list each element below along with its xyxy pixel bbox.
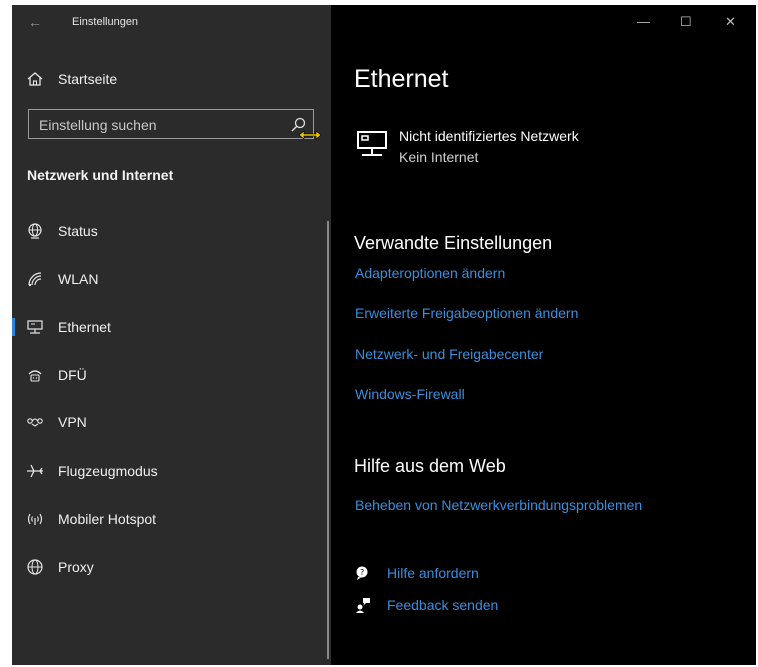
dialup-icon (28, 370, 42, 382)
globe-icon (27, 559, 43, 575)
home-icon (27, 72, 43, 86)
related-settings-heading: Verwandte Einstellungen (354, 233, 553, 253)
settings-window: ← Einstellungen Startseite Einstellung s… (12, 5, 756, 665)
send-feedback-link[interactable]: Feedback senden (387, 597, 498, 613)
svg-text:?: ? (360, 568, 364, 577)
firewall-link[interactable]: Windows-Firewall (355, 386, 465, 402)
ethernet-icon (27, 320, 43, 334)
content-pane: — ☐ ✕ Ethernet Nicht identifiziertes Net… (331, 5, 756, 665)
sharing-options-link[interactable]: Erweiterte Freigabeoptionen ändern (355, 305, 578, 321)
get-help-link[interactable]: Hilfe anfordern (387, 565, 479, 581)
sidebar-item-dfu[interactable]: DFÜ (12, 358, 312, 392)
airplane-icon (27, 464, 43, 478)
back-arrow-icon[interactable]: ← (28, 14, 42, 30)
app-title: Einstellungen (72, 16, 139, 28)
network-name[interactable]: Nicht identifiziertes Netzwerk (399, 128, 579, 144)
wifi-icon (28, 272, 42, 287)
resize-cursor-icon (298, 130, 322, 140)
sidebar: ← Einstellungen Startseite Einstellung s… (12, 5, 331, 665)
sidebar-item-vpn[interactable]: VPN (12, 405, 312, 439)
sidebar-item-label: DFÜ (58, 367, 87, 383)
vpn-icon (27, 418, 43, 427)
sidebar-scrollbar[interactable] (327, 221, 329, 659)
help-chat-icon: ? (356, 566, 368, 580)
adapter-options-link[interactable]: Adapteroptionen ändern (355, 265, 505, 281)
sidebar-item-wlan[interactable]: WLAN (12, 262, 312, 296)
close-button[interactable]: ✕ (725, 14, 736, 30)
sidebar-item-label: Mobiler Hotspot (58, 511, 157, 527)
sidebar-item-proxy[interactable]: Proxy (12, 550, 312, 584)
home-label: Startseite (58, 71, 118, 87)
sidebar-item-label: Proxy (58, 559, 94, 575)
section-title: Netzwerk und Internet (27, 167, 174, 183)
web-help-heading: Hilfe aus dem Web (354, 456, 506, 476)
page-title: Ethernet (354, 65, 449, 93)
sidebar-item-label: Ethernet (58, 319, 111, 335)
sidebar-item-status[interactable]: Status (12, 214, 312, 248)
troubleshoot-link[interactable]: Beheben von Netzwerkverbindungsproblemen (355, 497, 642, 513)
network-center-link[interactable]: Netzwerk- und Freigabecenter (355, 346, 543, 362)
sidebar-item-label: Status (58, 223, 98, 239)
feedback-icon (356, 598, 370, 613)
sidebar-item-flugzeugmodus[interactable]: Flugzeugmodus (12, 454, 312, 488)
maximize-button[interactable]: ☐ (680, 14, 692, 30)
hotspot-icon (27, 513, 43, 525)
sidebar-item-ethernet[interactable]: Ethernet (12, 310, 312, 344)
ethernet-network-icon (357, 131, 387, 156)
sidebar-item-label: WLAN (58, 271, 99, 287)
minimize-button[interactable]: — (637, 14, 650, 29)
search-placeholder: Einstellung suchen (39, 117, 157, 133)
home-nav-item[interactable]: Startseite (26, 69, 117, 89)
sidebar-item-label: VPN (58, 414, 87, 430)
sidebar-item-label: Flugzeugmodus (58, 463, 158, 479)
network-status: Kein Internet (399, 149, 479, 165)
search-input[interactable]: Einstellung suchen (28, 109, 314, 139)
selection-indicator (12, 318, 15, 336)
globe-status-icon (28, 223, 42, 239)
sidebar-item-mobiler-hotspot[interactable]: Mobiler Hotspot (12, 502, 312, 536)
